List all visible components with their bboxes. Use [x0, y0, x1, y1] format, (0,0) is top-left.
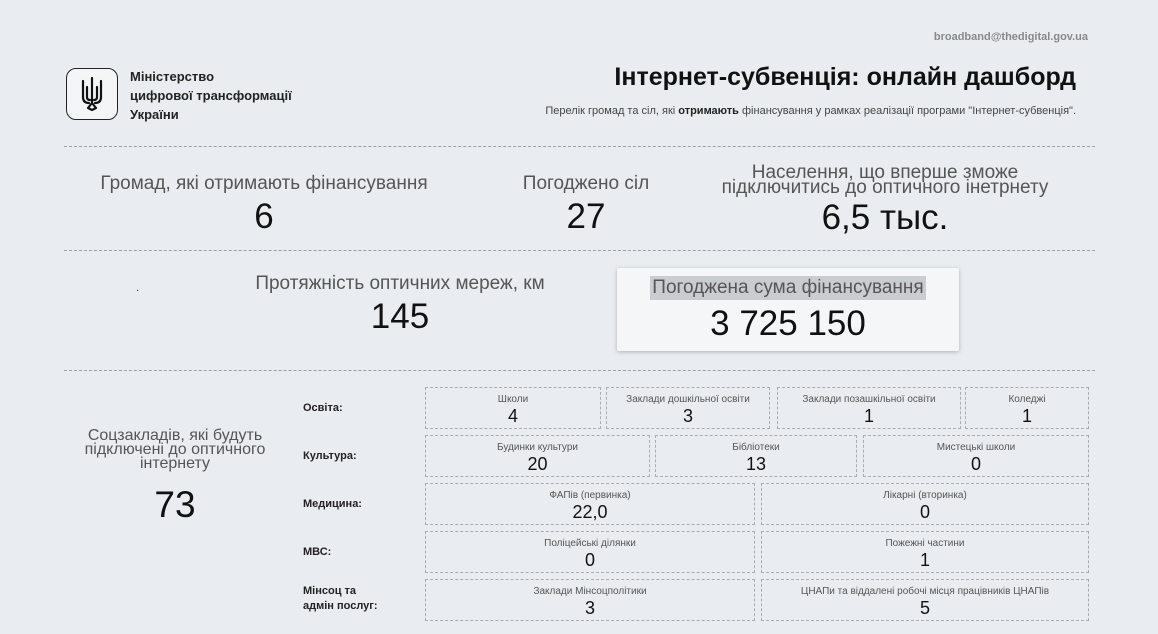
row-label-education: Освіта:	[303, 402, 343, 414]
cell-label: Мистецькі школи	[936, 442, 1016, 453]
cell-label: Заклади позашкільної освіти	[802, 394, 936, 405]
kpi-network-length: Протяжність оптичних мереж, км 145	[220, 274, 580, 337]
kpi-population: Населення, що вперше зможе підключитись …	[715, 163, 1055, 238]
social-total-label: Соцзакладів, які будуть підключені до оп…	[62, 428, 288, 472]
kpi-value: 3 725 150	[710, 304, 866, 343]
cell-label: ЦНАПи та віддалені робочі місця працівни…	[800, 586, 1050, 597]
placeholder-dot: .	[136, 280, 140, 294]
cell-primary-care: ФАПів (первинка) 22,0	[425, 483, 755, 525]
kpi-label: Погоджена сума фінансування	[650, 276, 926, 300]
cell-social-policy-institutions: Заклади Мінсоцполітики 3	[425, 579, 755, 621]
cell-value: 22,0	[572, 502, 608, 522]
cell-label: ФАПів (первинка)	[549, 490, 631, 501]
cell-extracurricular: Заклади позашкільної освіти 1	[777, 387, 961, 429]
cell-fire-stations: Пожежні частини 1	[761, 531, 1089, 573]
cell-label: Заклади Мінсоцполітики	[533, 586, 647, 597]
social-label-line3: інтернету	[139, 455, 211, 472]
kpi-value: 27	[566, 197, 606, 236]
cell-value: 0	[919, 502, 930, 522]
cell-label: Лікарні (вторинка)	[883, 490, 967, 501]
cell-value: 4	[507, 406, 518, 426]
ministry-name: Міністерство цифрової трансформації Укра…	[130, 67, 292, 124]
row-label-social-policy: Мінсоц та адмін послуг:	[303, 584, 378, 614]
kpi-value: 6,5 тыс.	[821, 198, 949, 237]
cell-value: 1	[863, 406, 874, 426]
contact-email-link[interactable]: broadband@thedigital.gov.ua	[934, 31, 1088, 43]
cell-label: Заклади дошкільної освіти	[626, 394, 750, 405]
ministry-logo[interactable]	[66, 68, 118, 120]
cell-colleges: Коледжі 1	[965, 387, 1089, 429]
divider	[64, 250, 1095, 251]
cell-libraries: Бібліотеки 13	[655, 435, 857, 477]
page-subtitle: Перелік громад та сіл, які отримають фін…	[545, 105, 1076, 117]
divider	[64, 370, 1095, 371]
cell-label: Коледжі	[1008, 394, 1046, 405]
kpi-villages: Погоджено сіл 27	[500, 174, 672, 237]
kpi-communities: Громад, які отримають фінансування 6	[80, 174, 448, 237]
kpi-label: Громад, які отримають фінансування	[100, 173, 428, 194]
cell-label: Бібліотеки	[732, 442, 780, 453]
cell-culture-houses: Будинки культури 20	[425, 435, 650, 477]
cell-value: 1	[919, 550, 930, 570]
cell-police-stations: Поліцейські ділянки 0	[425, 531, 755, 573]
subtitle-text-start: Перелік громад та сіл, які	[545, 105, 679, 117]
subtitle-text-bold: отримають	[678, 105, 739, 117]
cell-value: 1	[1021, 406, 1032, 426]
cell-label: Школи	[497, 394, 529, 405]
cell-schools: Школи 4	[425, 387, 601, 429]
cell-value: 0	[970, 454, 981, 474]
ministry-name-line2: цифрової трансформації	[130, 88, 292, 103]
row-label-line1: Мінсоц та	[303, 585, 357, 597]
kpi-value: 145	[370, 297, 430, 336]
cell-value: 5	[919, 598, 930, 618]
kpi-funding-card[interactable]: Погоджена сума фінансування 3 725 150	[617, 268, 959, 351]
cell-art-schools: Мистецькі школи 0	[863, 435, 1089, 477]
divider	[64, 146, 1095, 147]
row-label-interior: МВС:	[303, 546, 332, 558]
ministry-name-line1: Міністерство	[130, 69, 215, 84]
trident-icon	[81, 77, 103, 111]
cell-label: Поліцейські ділянки	[544, 538, 636, 549]
cell-value: 0	[584, 550, 595, 570]
cell-value: 3	[682, 406, 693, 426]
kpi-value: 6	[254, 197, 274, 236]
row-label-culture: Культура:	[303, 450, 357, 462]
subtitle-text-end: фінансування у рамках реалізації програм…	[738, 105, 1076, 117]
kpi-label: Протяжність оптичних мереж, км	[255, 273, 545, 294]
cell-value: 3	[584, 598, 595, 618]
social-total-value: 73	[154, 484, 196, 525]
row-label-line2: адмін послуг:	[303, 600, 378, 612]
dashboard-page: broadband@thedigital.gov.ua Міністерство…	[0, 0, 1158, 634]
kpi-label-line2: підключитись до оптичного інетрнету	[721, 177, 1049, 198]
cell-preschool: Заклади дошкільної освіти 3	[606, 387, 770, 429]
cell-value: 20	[527, 454, 548, 474]
cell-label: Будинки культури	[497, 442, 578, 453]
cell-value: 13	[745, 454, 767, 474]
row-label-medicine: Медицина:	[303, 498, 362, 510]
cell-admin-service-centers: ЦНАПи та віддалені робочі місця працівни…	[761, 579, 1089, 621]
cell-hospitals: Лікарні (вторинка) 0	[761, 483, 1089, 525]
kpi-label: Погоджено сіл	[522, 173, 650, 194]
cell-label: Пожежні частини	[885, 538, 965, 549]
page-title: Інтернет-субвенція: онлайн дашборд	[614, 63, 1076, 91]
ministry-name-line3: України	[130, 107, 179, 122]
